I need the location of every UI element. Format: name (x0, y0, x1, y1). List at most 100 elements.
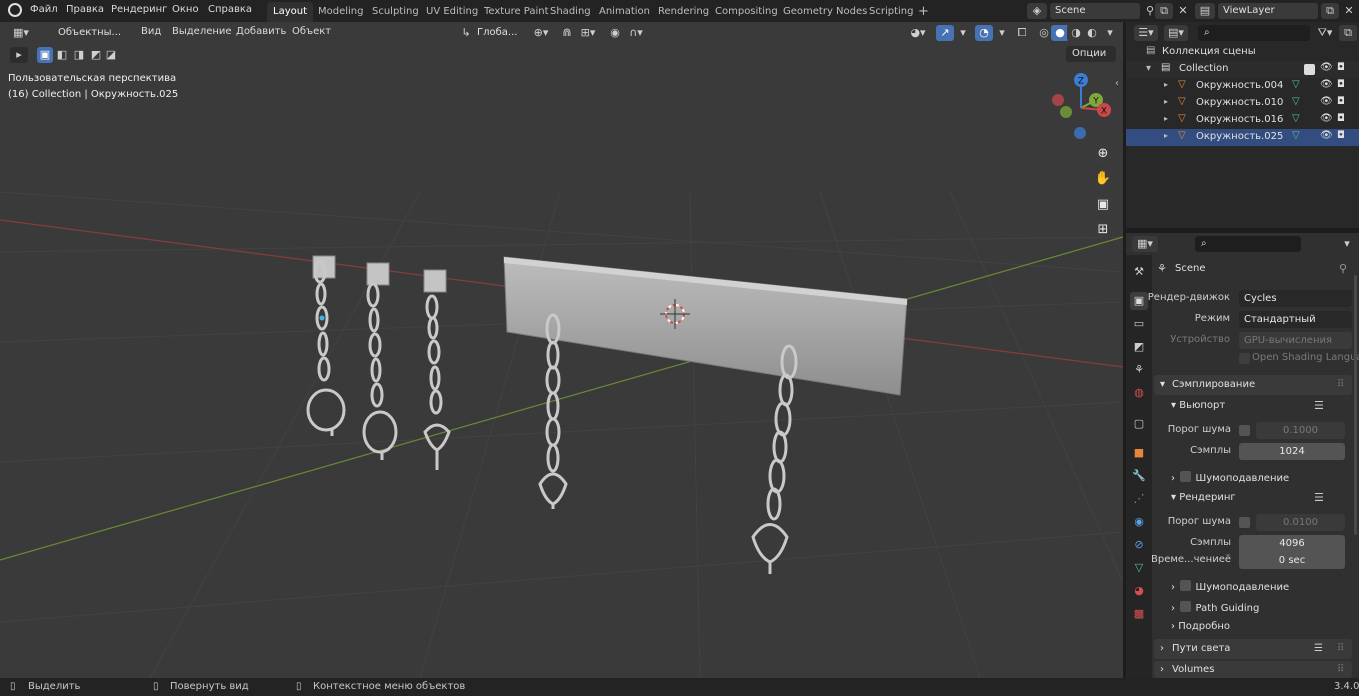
xray-icon[interactable]: ⧠ (1013, 25, 1031, 41)
filter-icon[interactable]: ⛛▾ (1313, 25, 1337, 41)
select-invert-icon[interactable]: ◩ (88, 47, 104, 63)
render-noise-threshold-field[interactable]: 0.0100 (1256, 514, 1345, 531)
viewport-samples-field[interactable]: 1024 (1239, 443, 1345, 460)
viewport-subsection-header[interactable]: ▾ Вьюпорт (1171, 400, 1225, 411)
menu-file[interactable]: Файл (30, 4, 58, 15)
world-tab-icon[interactable]: ◍ (1130, 384, 1148, 402)
render-samples-field[interactable]: 4096 (1239, 535, 1345, 552)
camera-icon[interactable]: ◘ (1337, 96, 1345, 107)
gizmo-dropdown-icon[interactable]: ▾ (954, 25, 972, 41)
delete-scene-icon[interactable]: ✕ (1174, 3, 1192, 19)
viewport-scene[interactable] (0, 22, 1123, 678)
tab-modeling[interactable]: Modeling (312, 2, 370, 22)
select-intersect-icon[interactable]: ◪ (105, 47, 117, 63)
modifier-tab-icon[interactable]: 🔧 (1130, 467, 1148, 485)
mesh-data-icon[interactable]: ▽ (1292, 113, 1300, 124)
orientation-dropdown[interactable]: Глоба... (472, 25, 524, 41)
camera-icon[interactable]: ◘ (1337, 130, 1345, 141)
view-layer-selector-icon[interactable]: ▤ (1195, 3, 1215, 19)
shading-dropdown-icon[interactable]: ▾ (1101, 25, 1119, 41)
tab-scripting[interactable]: Scripting (863, 2, 919, 22)
expand-arrow-icon[interactable]: ▸ (1164, 80, 1168, 89)
object-mode-dropdown[interactable]: Объектны... (40, 25, 130, 41)
texture-tab-icon[interactable]: ▩ (1130, 605, 1148, 623)
eye-icon[interactable]: 👁 (1320, 113, 1333, 124)
outliner-row-scene-collection[interactable]: ▤ Коллекция сцены (1126, 44, 1359, 61)
tab-geometry-nodes[interactable]: Geometry Nodes (777, 2, 873, 22)
device-dropdown[interactable]: GPU-вычисления (1239, 332, 1352, 349)
presets-list-icon[interactable]: ☰ (1314, 491, 1324, 504)
3d-viewport[interactable] (0, 22, 1123, 678)
properties-search-icon[interactable]: ⌕ (1195, 236, 1301, 252)
new-collection-icon[interactable]: ⧉ (1339, 25, 1357, 41)
menu-help[interactable]: Справка (208, 4, 252, 15)
eye-icon[interactable]: 👁 (1320, 79, 1333, 90)
outliner-row-object-active[interactable]: ▸ ▽ Окружность.025 ▽ 👁 ◘ (1126, 129, 1359, 146)
tab-uv-editing[interactable]: UV Editing (420, 2, 484, 22)
overlay-dropdown-icon[interactable]: ▾ (993, 25, 1011, 41)
presets-list-icon[interactable]: ☰ (1314, 639, 1323, 659)
add-workspace-button[interactable]: + (912, 2, 935, 22)
menu-object[interactable]: Объект (292, 26, 331, 37)
hook-plate[interactable] (366, 262, 390, 286)
pan-hand-icon[interactable]: ✋ (1092, 168, 1114, 190)
presets-list-icon[interactable]: ☰ (1314, 399, 1324, 412)
options-dropdown[interactable]: Опции (1066, 46, 1116, 62)
camera-icon[interactable]: ◘ (1337, 79, 1345, 90)
collection-tab-icon[interactable]: ▢ (1130, 415, 1148, 433)
noise-threshold-checkbox[interactable] (1239, 425, 1250, 436)
snap-icon[interactable]: ⋒ (558, 25, 576, 41)
properties-editor-type-icon[interactable]: ▦▾ (1132, 236, 1158, 252)
tab-sculpting[interactable]: Sculpting (366, 2, 425, 22)
eye-icon[interactable]: 👁 (1320, 130, 1333, 141)
expand-arrow-icon[interactable]: ▸ (1164, 131, 1168, 140)
camera-view-icon[interactable]: ▣ (1092, 194, 1114, 216)
expand-arrow-icon[interactable]: ▸ (1164, 97, 1168, 106)
visibility-icon[interactable]: ◕▾ (906, 25, 930, 41)
outliner-row-object[interactable]: ▸ ▽ Окружность.010 ▽ 👁 ◘ (1126, 95, 1359, 112)
tool-tab-icon[interactable]: ⚒ (1130, 263, 1148, 281)
view-layer-field[interactable]: ViewLayer (1218, 3, 1318, 19)
menu-edit[interactable]: Правка (66, 4, 104, 15)
expand-arrow-icon[interactable]: ▸ (1164, 114, 1168, 123)
viewport-noise-threshold-field[interactable]: 0.1000 (1256, 422, 1345, 439)
proportional-edit-icon[interactable]: ◉ (606, 25, 624, 41)
expand-arrow-icon[interactable]: ▾ (1146, 63, 1151, 74)
overlay-toggle-icon[interactable]: ◔ (975, 25, 993, 41)
drag-handle-icon[interactable]: ⠿ (1337, 661, 1344, 678)
drag-handle-icon[interactable]: ⠿ (1337, 639, 1344, 659)
select-new-icon[interactable]: ▣ (37, 47, 53, 63)
render-subsection-header[interactable]: ▾ Рендеринг (1171, 492, 1236, 503)
path-guiding-checkbox[interactable] (1180, 601, 1192, 612)
mesh-data-icon[interactable]: ▽ (1292, 130, 1300, 141)
zoom-icon[interactable]: ⊕ (1092, 143, 1114, 165)
gizmo-toggle-icon[interactable]: ↗ (936, 25, 954, 41)
scene-field[interactable]: Scene (1050, 3, 1140, 19)
denoise-checkbox[interactable] (1180, 580, 1192, 591)
scene-tab-icon[interactable]: ⚘ (1130, 361, 1148, 379)
scene-selector-icon[interactable]: ◈ (1027, 3, 1047, 19)
render-denoise-subsection[interactable]: › Шумоподавление (1171, 579, 1289, 593)
tab-animation[interactable]: Animation (593, 2, 656, 22)
snap-target-icon[interactable]: ⊞▾ (576, 25, 600, 41)
select-extend-icon[interactable]: ◧ (54, 47, 70, 63)
hook-plate[interactable] (423, 269, 447, 293)
eye-icon[interactable]: 👁 (1320, 62, 1333, 73)
menu-render[interactable]: Рендеринг (111, 4, 167, 15)
mode-dropdown[interactable]: Стандартный (1239, 311, 1352, 328)
osl-checkbox[interactable] (1239, 353, 1250, 364)
new-scene-icon[interactable]: ⧉ (1155, 3, 1173, 19)
tab-layout[interactable]: Layout (267, 2, 313, 22)
advanced-subsection[interactable]: › Подробно (1171, 621, 1230, 632)
tool-settings-icon[interactable]: ▸ (10, 47, 28, 63)
object-tab-icon[interactable]: ■ (1130, 444, 1148, 462)
light-paths-section-header[interactable]: › Пути света ☰ ⠿ (1154, 639, 1352, 659)
viewport-denoise-subsection[interactable]: › Шумоподавление (1171, 470, 1289, 484)
outliner-row-object[interactable]: ▸ ▽ Окружность.016 ▽ 👁 ◘ (1126, 112, 1359, 129)
data-tab-icon[interactable]: ▽ (1130, 559, 1148, 577)
path-guiding-subsection[interactable]: › Path Guiding (1171, 600, 1259, 614)
noise-threshold-checkbox[interactable] (1239, 517, 1250, 528)
time-limit-field[interactable]: 0 sec (1239, 552, 1345, 569)
mesh-data-icon[interactable]: ▽ (1292, 96, 1300, 107)
denoise-checkbox[interactable] (1180, 471, 1192, 482)
